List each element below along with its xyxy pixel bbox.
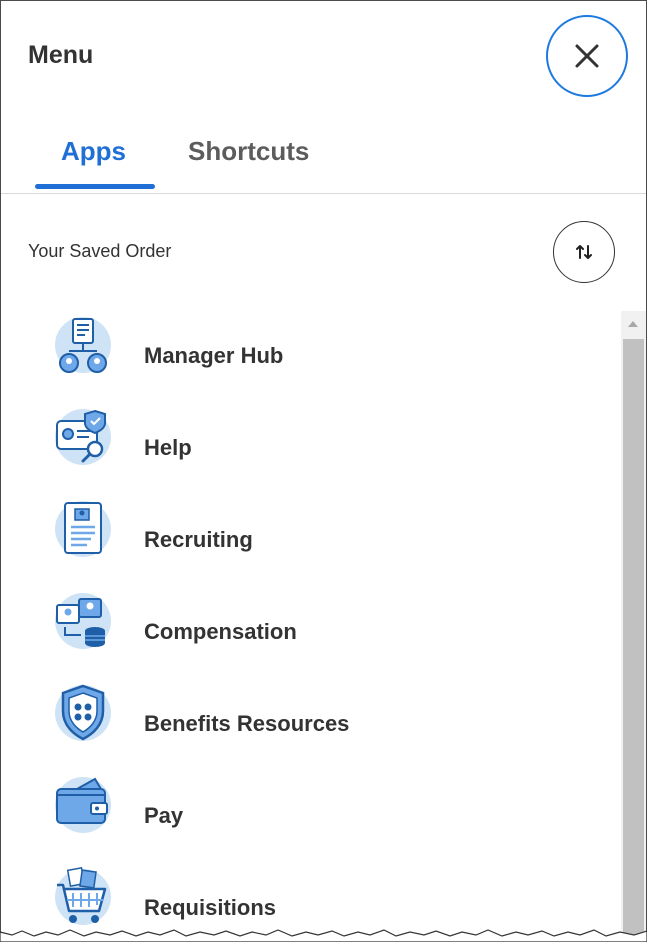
menu-panel: Menu Apps Shortcuts Your Saved Order Man… bbox=[0, 0, 647, 941]
list-item-recruiting[interactable]: Recruiting bbox=[1, 495, 601, 575]
sort-button[interactable] bbox=[553, 221, 615, 283]
pay-wallet-icon bbox=[55, 777, 111, 833]
manager-hub-icon bbox=[55, 317, 111, 373]
list-item-benefits-resources[interactable]: Benefits Resources bbox=[1, 679, 601, 759]
app-label: Manager Hub bbox=[144, 343, 284, 368]
tab-apps[interactable]: Apps bbox=[61, 136, 126, 167]
app-list: Manager Hub Help Recruiting Compensation… bbox=[1, 311, 621, 941]
help-icon bbox=[55, 409, 111, 465]
list-item-compensation[interactable]: Compensation bbox=[1, 587, 601, 667]
app-label: Compensation bbox=[144, 619, 297, 644]
tab-shortcuts[interactable]: Shortcuts bbox=[188, 136, 309, 167]
close-button[interactable] bbox=[546, 15, 628, 97]
saved-order-label: Your Saved Order bbox=[28, 241, 172, 261]
requisitions-cart-icon bbox=[55, 867, 111, 925]
app-label: Pay bbox=[144, 803, 184, 828]
menu-title: Menu bbox=[28, 41, 94, 69]
app-label: Benefits Resources bbox=[144, 711, 350, 736]
close-icon bbox=[575, 44, 599, 68]
scrollbar[interactable] bbox=[621, 311, 646, 941]
app-label: Requisitions bbox=[144, 895, 277, 920]
app-label: Help bbox=[144, 435, 192, 460]
scroll-up-arrow-icon[interactable] bbox=[628, 321, 638, 327]
list-item-help[interactable]: Help bbox=[1, 403, 601, 483]
scrollbar-thumb[interactable] bbox=[623, 339, 644, 941]
active-tab-indicator bbox=[35, 184, 155, 189]
menu-tabs: Apps Shortcuts bbox=[1, 121, 646, 194]
list-item-manager-hub[interactable]: Manager Hub bbox=[1, 311, 601, 391]
recruiting-icon bbox=[55, 501, 111, 557]
benefits-shield-icon bbox=[55, 684, 111, 741]
app-label: Recruiting bbox=[144, 527, 253, 552]
sort-arrows-icon bbox=[576, 245, 592, 259]
compensation-icon bbox=[55, 593, 111, 649]
torn-edge-decoration bbox=[0, 929, 647, 942]
list-item-pay[interactable]: Pay bbox=[1, 771, 601, 851]
